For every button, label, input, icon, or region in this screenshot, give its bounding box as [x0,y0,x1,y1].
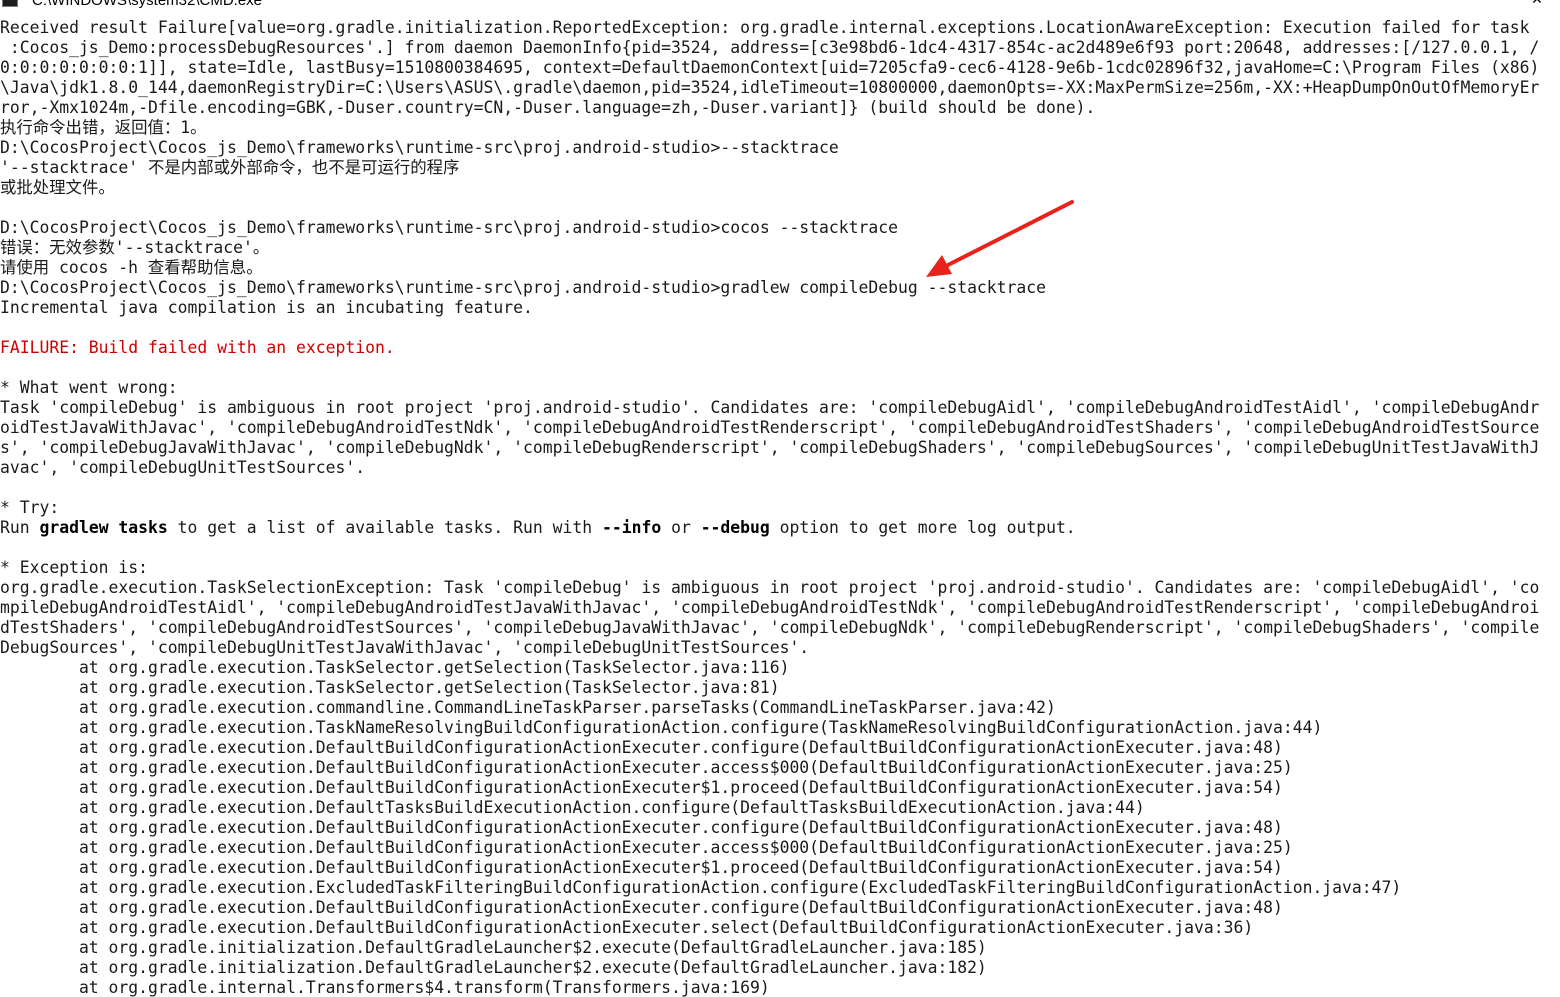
console-line: * Try: [0,498,60,517]
console-line: at org.gradle.execution.TaskSelector.get… [0,658,790,677]
console-line: Task 'compileDebug' is ambiguous in root… [0,398,1540,417]
console-output[interactable]: Received result Failure[value=org.gradle… [0,18,1560,997]
console-line: ror,-Xmx1024m,-Dfile.encoding=GBK,-Duser… [0,98,1096,117]
console-line: DebugSources', 'compileDebugUnitTestJava… [0,638,810,657]
console-text: option to get more log output. [769,518,1076,537]
console-line: avac', 'compileDebugUnitTestSources'. [0,458,366,477]
console-line: '--stacktrace' 不是内部或外部命令，也不是可运行的程序 [0,158,460,177]
console-line: Incremental java compilation is an incub… [0,298,533,317]
console-line: 或批处理文件。 [0,178,115,197]
console-line: 执行命令出错，返回值：1。 [0,118,207,137]
console-line: 0:0:0:0:0:0:0:1]], state=Idle, lastBusy=… [0,58,1540,77]
close-button[interactable]: ✕ [1514,0,1560,9]
cmd-window: C:\WINDOWS\system32\CMD.exe ✕ Received r… [0,0,1560,997]
console-line: at org.gradle.execution.DefaultBuildConf… [0,898,1283,917]
console-line: at org.gradle.execution.DefaultBuildConf… [0,858,1283,877]
console-emphasis: gradlew tasks [39,518,168,537]
console-line: 请使用 cocos -h 查看帮助信息。 [0,258,263,277]
console-line: 错误：无效参数'--stacktrace'。 [0,238,270,257]
cmd-app-icon [2,0,18,7]
console-emphasis: --debug [700,518,770,537]
console-line: at org.gradle.execution.DefaultTasksBuil… [0,798,1145,817]
console-line: at org.gradle.initialization.DefaultGrad… [0,938,987,957]
title-wrap: C:\WINDOWS\system32\CMD.exe [0,0,262,9]
console-line: org.gradle.execution.TaskSelectionExcept… [0,578,1540,597]
console-line: s', 'compileDebugJavaWithJavac', 'compil… [0,438,1540,457]
title-bar[interactable]: C:\WINDOWS\system32\CMD.exe ✕ [0,0,1560,9]
console-line: Run gradlew tasks to get a list of avail… [0,518,1560,538]
console-line: at org.gradle.execution.DefaultBuildConf… [0,758,1293,777]
console-line: FAILURE: Build failed with an exception. [0,338,395,357]
console-line: \Java\jdk1.8.0_144,daemonRegistryDir=C:\… [0,78,1540,97]
console-emphasis: --info [601,518,662,537]
console-line: at org.gradle.execution.DefaultBuildConf… [0,838,1293,857]
console-line: at org.gradle.execution.DefaultBuildConf… [0,818,1283,837]
console-line: D:\CocosProject\Cocos_js_Demo\frameworks… [0,218,898,237]
console-text: or [661,518,701,537]
console-line: dTestShaders', 'compileDebugAndroidTestS… [0,618,1540,637]
console-line: mpileDebugAndroidTestAidl', 'compileDebu… [0,598,1540,617]
console-line: * What went wrong: [0,378,178,397]
console-line: at org.gradle.execution.DefaultBuildConf… [0,778,1283,797]
console-text: to get a list of available tasks. Run wi… [167,518,602,537]
console-line: Received result Failure[value=org.gradle… [0,18,1530,37]
console-line: at org.gradle.execution.DefaultBuildConf… [0,918,1254,937]
console-text: Run [0,518,40,537]
console-line: at org.gradle.execution.TaskNameResolvin… [0,718,1323,737]
console-line: at org.gradle.internal.Transformers$4.tr… [0,978,770,997]
console-line: :Cocos_js_Demo:processDebugResources'.] … [0,38,1540,57]
console-line: D:\CocosProject\Cocos_js_Demo\frameworks… [0,278,1047,297]
console-line: * Exception is: [0,558,149,577]
console-line: at org.gradle.initialization.DefaultGrad… [0,958,987,977]
console-line: at org.gradle.execution.commandline.Comm… [0,698,1056,717]
window-title: C:\WINDOWS\system32\CMD.exe [32,0,263,9]
console-line: at org.gradle.execution.DefaultBuildConf… [0,738,1283,757]
console-line: at org.gradle.execution.ExcludedTaskFilt… [0,878,1402,897]
console-line: D:\CocosProject\Cocos_js_Demo\frameworks… [0,138,839,157]
console-line: at org.gradle.execution.TaskSelector.get… [0,678,780,697]
console-line: oidTestJavaWithJavac', 'compileDebugAndr… [0,418,1540,437]
